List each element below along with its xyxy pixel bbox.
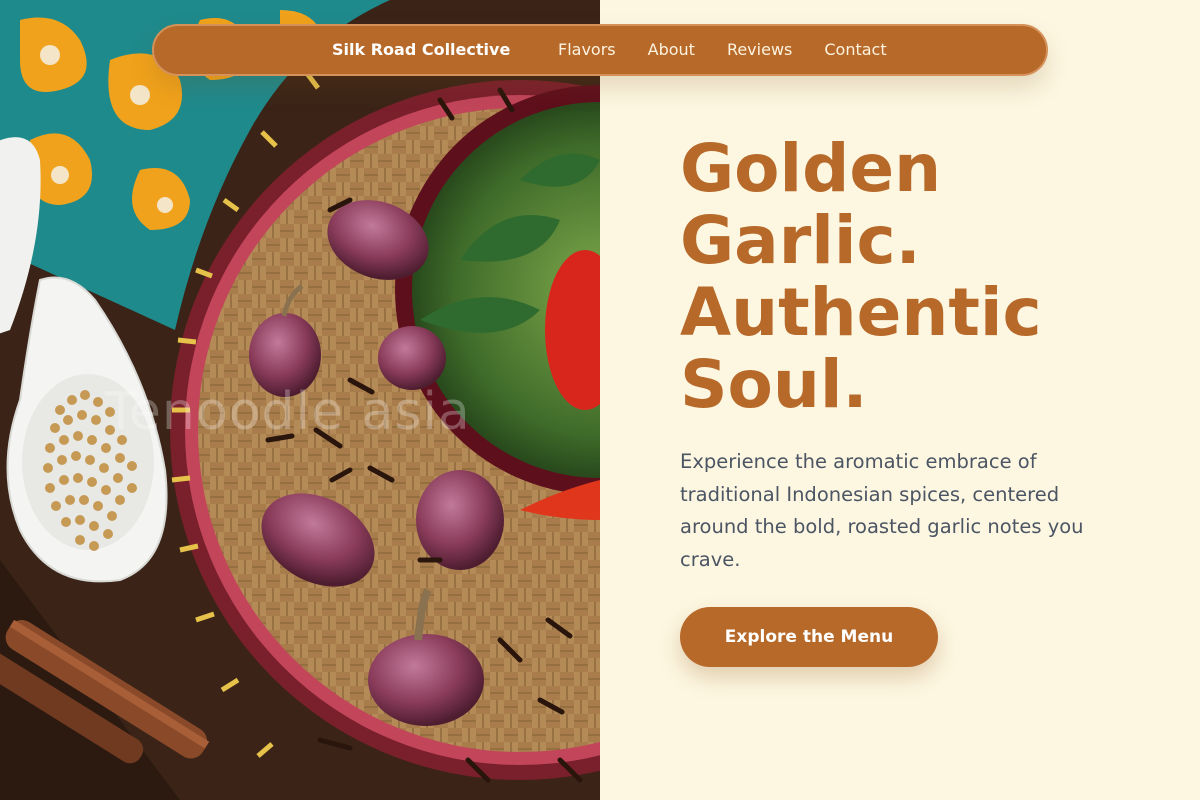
hero-title-line: Authentic <box>680 274 1042 351</box>
nav-links: Flavors About Reviews Contact <box>558 40 919 59</box>
hero-title: Golden Garlic. Authentic Soul. <box>680 133 1180 421</box>
brand-logo-text[interactable]: Silk Road Collective <box>332 40 510 59</box>
hero-image: Tenoodle asia <box>0 0 600 800</box>
nav-link-flavors[interactable]: Flavors <box>558 40 616 59</box>
nav-link-reviews[interactable]: Reviews <box>727 40 792 59</box>
nav-link-about[interactable]: About <box>648 40 695 59</box>
navbar: Silk Road Collective Flavors About Revie… <box>152 24 1048 76</box>
hero-title-line: Garlic. <box>680 202 921 279</box>
explore-menu-button[interactable]: Explore the Menu <box>680 607 938 667</box>
hero-title-line: Soul. <box>680 346 868 423</box>
hero-description: Experience the aromatic embrace of tradi… <box>680 450 1084 571</box>
hero-title-line: Golden <box>680 130 942 207</box>
photo-watermark: Tenoodle asia <box>105 382 471 442</box>
nav-link-contact[interactable]: Contact <box>824 40 886 59</box>
